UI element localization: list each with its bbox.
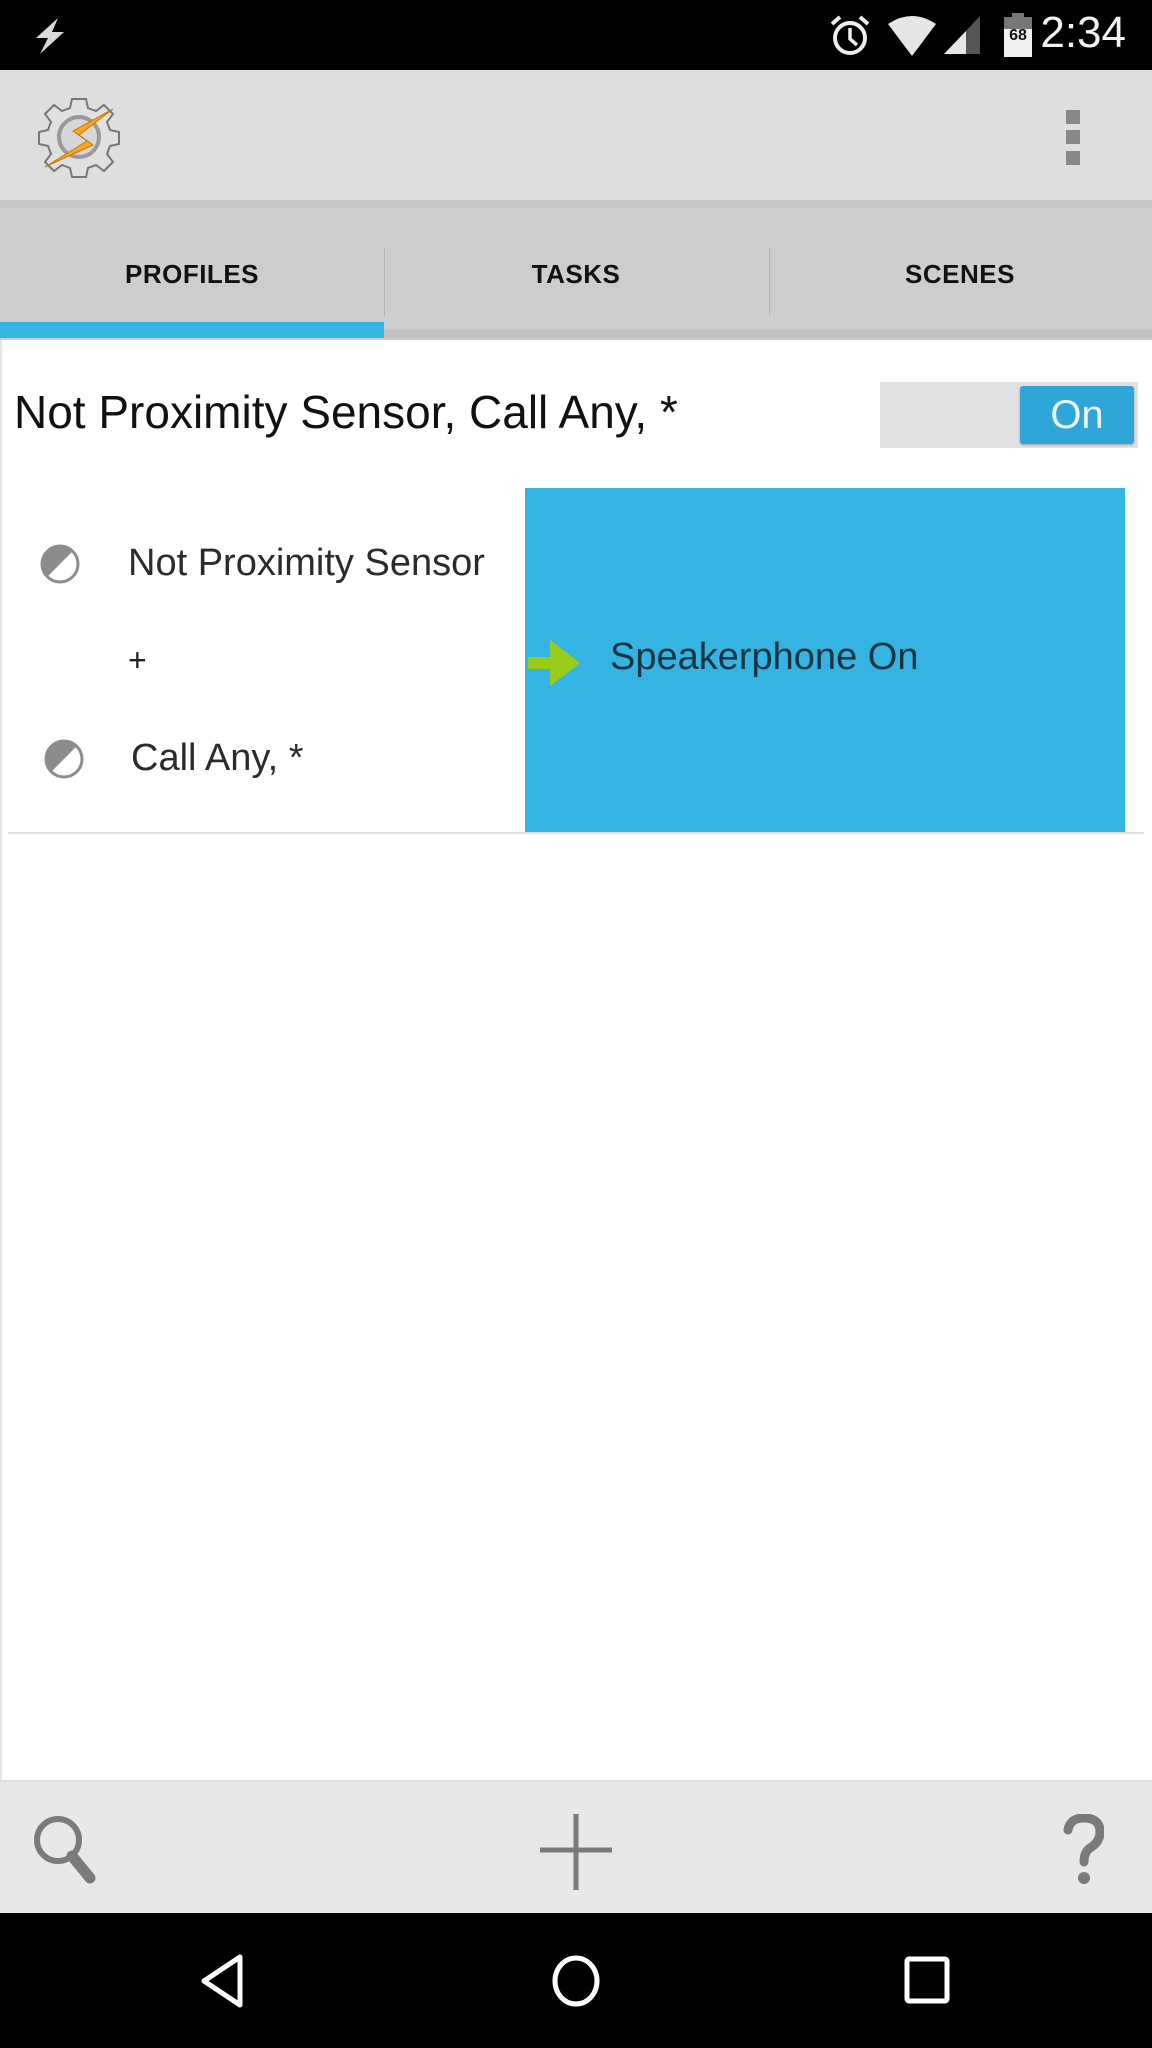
tab-scenes[interactable]: SCENES [768,208,1152,340]
flash-notification-icon [36,18,64,54]
overflow-menu-icon[interactable] [1062,108,1086,168]
context-item[interactable]: Call Any, * [44,737,303,780]
context-joiner: + [128,642,147,678]
tab-bar: PROFILES TASKS SCENES [0,200,1152,340]
clock: 2:34 [1040,8,1126,57]
profile-title[interactable]: Not Proximity Sensor, Call Any, * [14,385,678,439]
profile-divider [8,832,1144,834]
battery-icon: 68 [1004,13,1032,57]
context-item[interactable]: Not Proximity Sensor [40,542,485,585]
battery-level: 68 [1009,27,1027,44]
recents-icon[interactable] [902,1953,952,2009]
tab-tasks[interactable]: TASKS [384,208,768,340]
tab-profiles[interactable]: PROFILES [0,208,384,340]
status-bar: 68 2:34 [0,0,1152,70]
enter-task-arrow-icon [528,640,580,686]
context-state-icon [44,739,84,778]
context-state-icon [40,544,80,583]
bottom-toolbar [0,1780,1152,1913]
navigation-bar [0,1913,1152,2048]
task-label[interactable]: Speakerphone On [610,636,918,679]
wifi-icon [888,16,936,56]
profile-toggle-thumb[interactable]: On [1020,386,1134,444]
help-icon[interactable] [1062,1814,1104,1888]
content-edge [0,340,2,1780]
home-icon[interactable] [548,1953,604,2009]
add-icon[interactable] [536,1812,616,1892]
cell-signal-icon [944,16,980,54]
search-icon[interactable] [30,1812,106,1888]
context-label: Not Proximity Sensor [128,542,485,584]
active-tab-indicator [0,322,384,338]
context-label: Call Any, * [131,737,304,779]
tab-underline [384,330,1152,338]
back-icon[interactable] [196,1953,252,2009]
action-bar [0,70,1152,200]
tasker-logo-icon[interactable] [36,94,122,180]
alarm-icon [830,15,870,55]
